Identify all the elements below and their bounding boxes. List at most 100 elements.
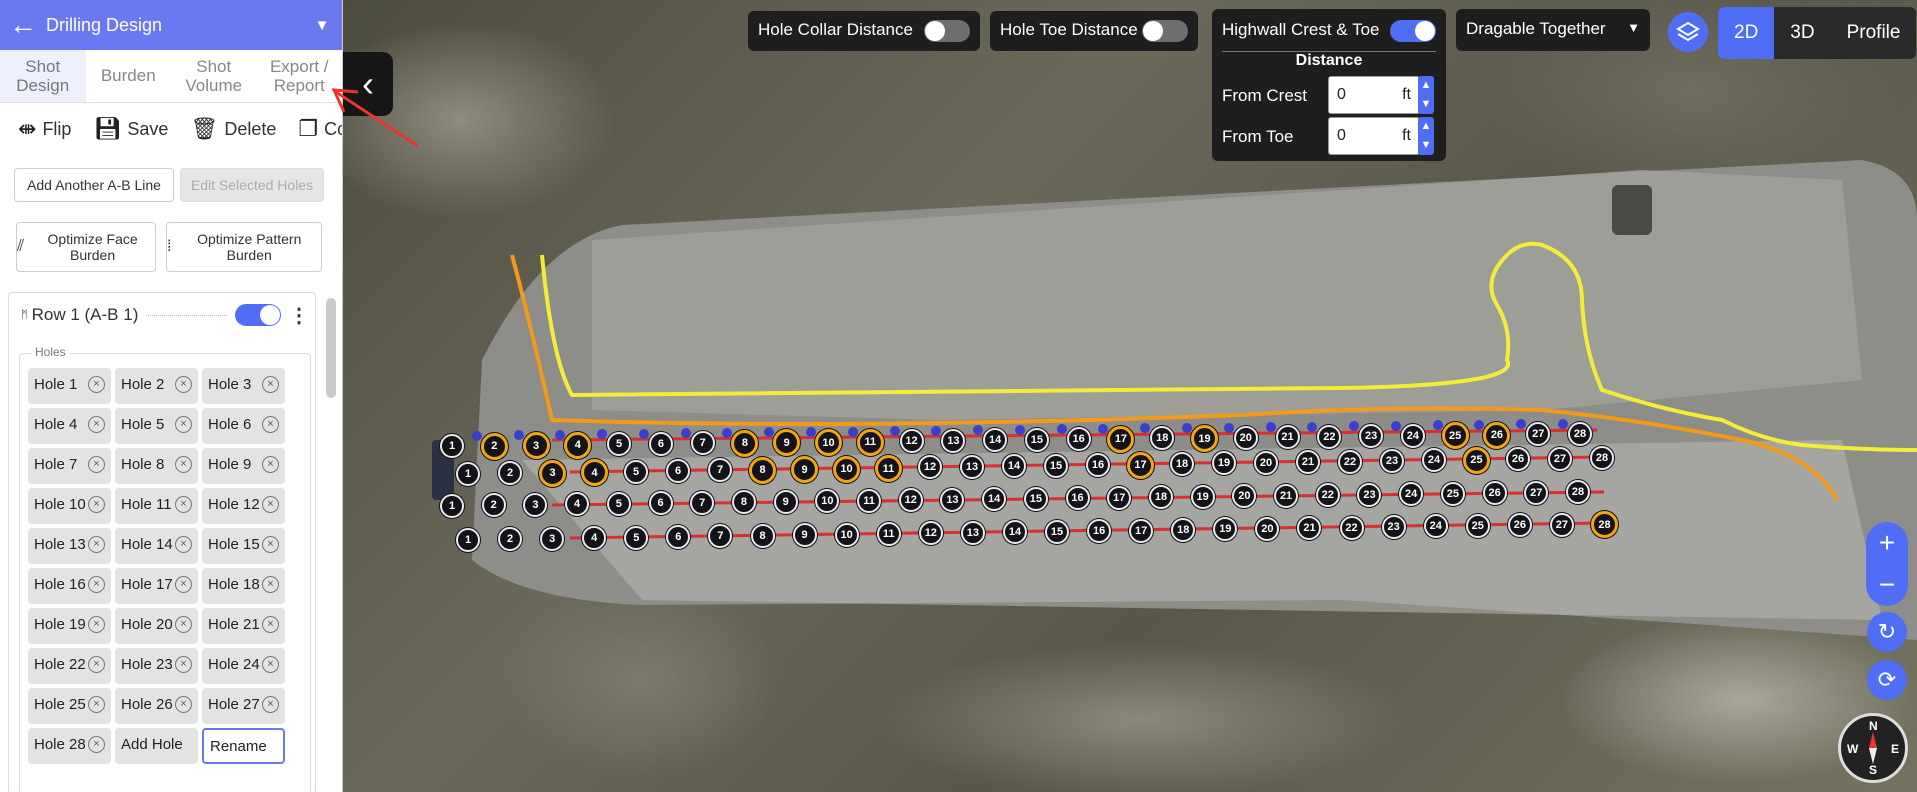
remove-hole-icon[interactable]: × [175, 576, 192, 593]
drill-hole[interactable]: 12 [899, 429, 924, 454]
drill-hole[interactable]: 11 [875, 455, 902, 483]
remove-hole-icon[interactable]: × [175, 656, 192, 673]
drill-hole[interactable]: 28 [1566, 480, 1590, 504]
from-toe-input[interactable]: 0 ft [1328, 117, 1420, 155]
drill-hole[interactable]: 12 [918, 521, 943, 546]
hole-chip[interactable]: Hole 8 × [115, 448, 198, 484]
remove-hole-icon[interactable]: × [88, 576, 105, 593]
drill-hole[interactable]: 27 [1526, 422, 1551, 447]
remove-hole-icon[interactable]: × [88, 416, 105, 433]
hole-toe-marker[interactable] [513, 430, 524, 441]
drill-hole[interactable]: 20 [1255, 516, 1280, 541]
hole-chip[interactable]: Hole 5 × [115, 408, 198, 444]
drill-hole[interactable]: 9 [791, 456, 818, 484]
drill-hole[interactable]: 8 [731, 429, 759, 457]
hole-chip[interactable]: Hole 3 × [202, 368, 285, 404]
drill-hole[interactable]: 7 [708, 524, 733, 549]
hole-toe-marker[interactable] [973, 425, 984, 436]
edit-selected-holes-button[interactable]: Edit Selected Holes [180, 168, 324, 202]
zoom-in-button[interactable]: + [1866, 522, 1908, 564]
hole-toe-marker[interactable] [471, 430, 482, 441]
hole-toe-marker[interactable] [1432, 420, 1443, 431]
drill-hole[interactable]: 24 [1422, 448, 1446, 473]
highwall-toggle[interactable] [1390, 20, 1436, 42]
drill-hole[interactable]: 6 [666, 459, 690, 484]
drill-hole[interactable]: 15 [1024, 427, 1049, 452]
drill-hole[interactable]: 25 [1463, 446, 1490, 474]
drill-hole[interactable]: 22 [1338, 449, 1362, 474]
add-ab-line-button[interactable]: Add Another A-B Line [14, 168, 174, 202]
from-crest-stepper[interactable]: ▲ ▼ [1418, 76, 1434, 114]
drill-hole[interactable]: 17 [1127, 451, 1154, 479]
drill-hole[interactable]: 21 [1296, 450, 1320, 475]
remove-hole-icon[interactable]: × [88, 656, 105, 673]
drill-hole[interactable]: 25 [1441, 422, 1469, 450]
drill-hole[interactable]: 18 [1150, 426, 1175, 451]
hole-chip[interactable]: Hole 9 × [202, 448, 285, 484]
remove-hole-icon[interactable]: × [88, 616, 105, 633]
view-profile-button[interactable]: Profile [1831, 7, 1917, 59]
drill-hole[interactable]: 16 [1086, 453, 1110, 478]
drill-hole[interactable]: 18 [1170, 451, 1194, 476]
hole-toe-marker[interactable] [638, 428, 649, 439]
remove-hole-icon[interactable]: × [262, 496, 279, 513]
hole-toe-marker[interactable] [1223, 422, 1234, 433]
drill-hole[interactable]: 26 [1482, 481, 1507, 506]
hole-toe-marker[interactable] [597, 429, 608, 440]
drill-hole[interactable]: 2 [480, 432, 508, 460]
remove-hole-icon[interactable]: × [175, 456, 192, 473]
hole-toe-marker[interactable] [1014, 424, 1025, 435]
drill-hole[interactable]: 15 [1045, 519, 1070, 544]
tab-shot-design[interactable]: Shot Design [0, 50, 86, 102]
hole-chip[interactable]: Hole 27 × [202, 688, 285, 724]
drill-hole[interactable]: 2 [498, 527, 523, 552]
drill-hole[interactable]: 10 [815, 429, 842, 456]
remove-hole-icon[interactable]: × [262, 616, 279, 633]
more-vert-icon[interactable]: ⋮ [289, 303, 309, 328]
hole-chip[interactable]: Hole 26 × [115, 688, 198, 724]
drill-hole[interactable]: 4 [582, 526, 607, 551]
drill-hole[interactable]: 20 [1233, 425, 1258, 450]
view-2d-button[interactable]: 2D [1718, 7, 1775, 59]
drill-hole[interactable]: 22 [1317, 424, 1342, 449]
remove-hole-icon[interactable]: × [175, 616, 192, 633]
remove-hole-icon[interactable]: × [262, 416, 279, 433]
drill-hole[interactable]: 13 [960, 520, 985, 545]
drill-hole[interactable]: 17 [1129, 518, 1154, 543]
drill-hole[interactable]: 23 [1357, 482, 1382, 507]
zoom-out-button[interactable]: − [1866, 564, 1908, 606]
delete-button[interactable]: 🗑︎ Delete [190, 116, 276, 142]
hole-chip[interactable]: Hole 28 × [28, 728, 111, 764]
drill-hole[interactable]: 26 [1507, 513, 1532, 538]
drill-hole[interactable]: 27 [1549, 512, 1574, 537]
hole-chip[interactable]: Hole 13 × [28, 528, 111, 564]
drill-hole[interactable]: 2 [481, 493, 506, 518]
map-view[interactable]: 1 2 3 4 5 6 7 8 9 10 11 12 13 14 15 16 17 18 19 20 21 22 23 24 2… [342, 0, 1917, 792]
tab-shot-volume[interactable]: Shot Volume [171, 50, 257, 102]
hole-toe-marker[interactable] [1349, 421, 1360, 432]
drill-hole[interactable]: 1 [456, 528, 480, 552]
hole-toe-marker[interactable] [1390, 420, 1401, 431]
hole-toe-marker[interactable] [722, 427, 733, 438]
drill-hole[interactable]: 4 [581, 459, 608, 487]
hole-chip[interactable]: Hole 21 × [202, 608, 285, 644]
hole-chip[interactable]: Hole 23 × [115, 648, 198, 684]
drill-hole[interactable]: 19 [1190, 484, 1215, 509]
hole-chip[interactable]: Hole 7 × [28, 448, 111, 484]
drill-hole[interactable]: 23 [1359, 424, 1384, 449]
drill-hole[interactable]: 27 [1524, 480, 1549, 505]
drill-hole[interactable]: 27 [1548, 446, 1572, 471]
drill-hole[interactable]: 22 [1339, 515, 1364, 540]
hole-toe-marker[interactable] [806, 427, 816, 437]
tab-burden[interactable]: Burden [86, 50, 172, 102]
drill-hole[interactable]: 25 [1440, 481, 1465, 506]
drill-hole[interactable]: 7 [690, 431, 715, 456]
drill-hole[interactable]: 12 [898, 488, 923, 513]
hole-toe-marker[interactable] [1098, 423, 1109, 434]
rename-button[interactable]: Rename [202, 728, 285, 764]
drill-hole[interactable]: 14 [982, 487, 1007, 512]
remove-hole-icon[interactable]: × [175, 536, 192, 553]
drill-hole[interactable]: 21 [1275, 425, 1300, 450]
hole-chip[interactable]: Hole 14 × [115, 528, 198, 564]
hole-toe-marker[interactable] [1307, 421, 1318, 432]
